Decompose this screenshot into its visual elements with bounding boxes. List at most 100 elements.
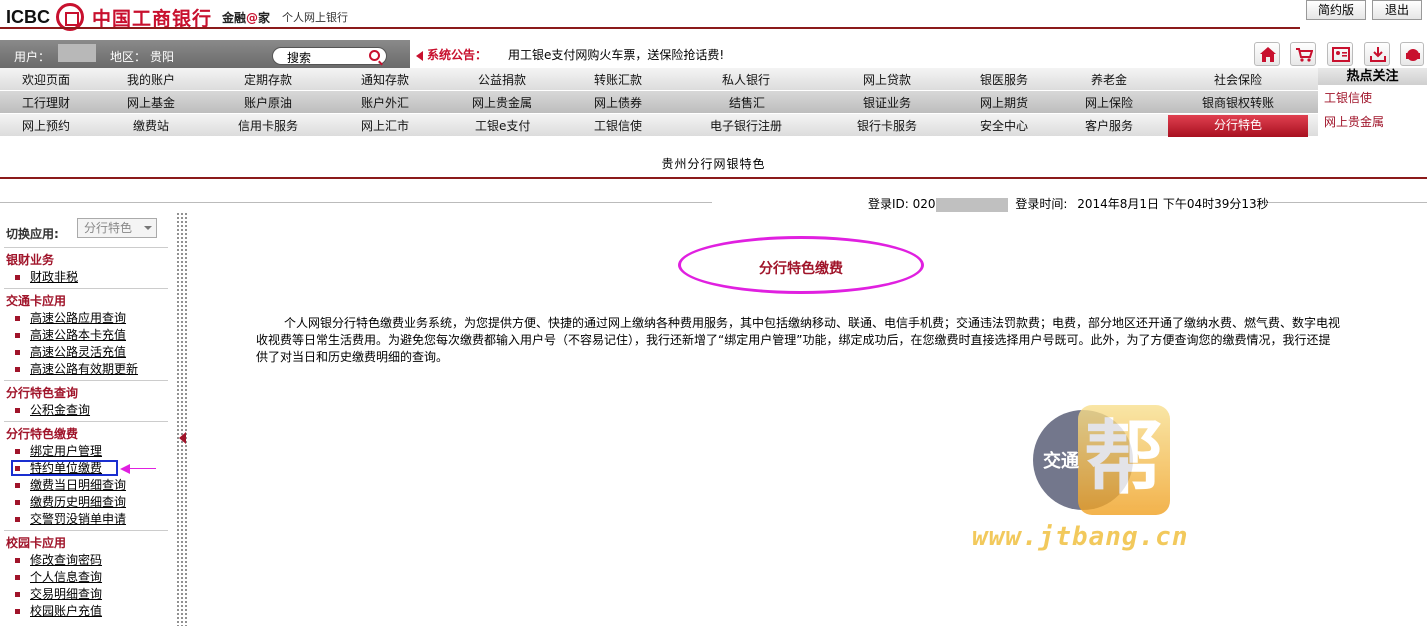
nav-item[interactable]: 银医服务	[980, 71, 1028, 88]
menu-group: 交通卡应用 高速公路应用查询 高速公路本卡充值 高速公路灵活充值 高速公路有效期…	[0, 293, 172, 378]
menu-item[interactable]: 交易明细查询	[0, 586, 172, 603]
menu-group-title: 分行特色缴费	[6, 427, 79, 441]
nav-item[interactable]: 客户服务	[1085, 117, 1133, 134]
nav-item[interactable]: 网上贵金属	[472, 94, 532, 111]
simple-version-button[interactable]: 简约版	[1306, 0, 1366, 20]
nav-item[interactable]: 欢迎页面	[22, 71, 70, 88]
login-time-label: 登录时间:	[1015, 197, 1068, 211]
nav-item[interactable]: 信用卡服务	[238, 117, 298, 134]
logout-button[interactable]: 退出	[1372, 0, 1422, 20]
menu-item[interactable]: 高速公路有效期更新	[0, 361, 172, 378]
menu-item[interactable]: 校园账户充值	[0, 603, 172, 620]
watermark-badge: 帮	[1078, 405, 1170, 515]
divider	[4, 288, 168, 289]
nav-item[interactable]: 网上贷款	[863, 71, 911, 88]
menu-item[interactable]: 高速公路本卡充值	[0, 327, 172, 344]
menu-item[interactable]: 缴费当日明细查询	[0, 477, 172, 494]
nav-item[interactable]: 工行理财	[22, 94, 70, 111]
nav-item[interactable]: 网上基金	[127, 94, 175, 111]
system-notice: 系统公告：	[416, 46, 487, 63]
home-icon[interactable]	[1254, 42, 1280, 66]
menu-item[interactable]: 交警罚没销单申请	[0, 511, 172, 528]
menu-item[interactable]: 财政非税	[0, 269, 172, 286]
menu-item[interactable]: 绑定用户管理	[0, 443, 172, 460]
area-label: 地区：	[110, 50, 147, 64]
cart-icon[interactable]	[1290, 42, 1316, 66]
nav-item[interactable]: 网上汇市	[361, 117, 409, 134]
nav-item[interactable]: 通知存款	[361, 71, 409, 88]
main-description: 个人网银分行特色缴费业务系统，为您提供方便、快捷的通过网上缴纳各种费用服务，其中…	[256, 316, 1341, 364]
nav-item[interactable]: 电子银行注册	[710, 117, 782, 134]
menu-item[interactable]: 个人信息查询	[0, 569, 172, 586]
hot-topic-item[interactable]: 网上贵金属	[1318, 111, 1427, 133]
menu-group: 校园卡应用 修改查询密码 个人信息查询 交易明细查询 校园账户充值	[0, 535, 172, 620]
nav-item-branch-features[interactable]: 分行特色	[1168, 115, 1308, 137]
menu-group-title: 交通卡应用	[6, 294, 67, 308]
nav-item[interactable]: 养老金	[1091, 71, 1127, 88]
nav-item[interactable]: 结售汇	[729, 94, 765, 111]
nav-item[interactable]: 银行卡服务	[857, 117, 917, 134]
nav-row-2: 工行理财 网上基金 账户原油 账户外汇 网上贵金属 网上债券 结售汇 银证业务 …	[0, 91, 1318, 113]
nav-item[interactable]: 公益捐款	[478, 71, 526, 88]
nav-item[interactable]: 我的账户	[127, 71, 175, 88]
sidebar: 切换应用: 分行特色 银财业务 财政非税 交通卡应用 高速公路应用查询 高速公路…	[0, 212, 172, 626]
menu-group-title: 校园卡应用	[6, 536, 67, 550]
menu-group: 分行特色查询 公积金查询	[0, 385, 172, 419]
nav-item[interactable]: 工银e支付	[475, 117, 530, 134]
hot-topics-title: 热点关注	[1318, 68, 1427, 85]
header-divider	[0, 27, 1300, 29]
divider	[4, 380, 168, 381]
nav-item[interactable]: 银证业务	[863, 94, 911, 111]
divider	[4, 247, 168, 248]
divider	[0, 202, 712, 203]
search-input[interactable]: 搜索	[272, 47, 387, 65]
login-time-value: 2014年8月1日 下午04时39分13秒	[1077, 197, 1269, 211]
logo-text: ICBC	[6, 6, 50, 27]
nav-item[interactable]: 网上保险	[1085, 94, 1133, 111]
area-value: 贵阳	[150, 50, 175, 64]
hot-topic-item[interactable]: 工银信使	[1318, 85, 1427, 111]
search-label: 搜索	[287, 51, 312, 65]
menu-item[interactable]: 公积金查询	[0, 402, 172, 419]
highlight-arrow-icon	[120, 464, 130, 474]
nav-item[interactable]: 工银信使	[594, 117, 642, 134]
nav-item[interactable]: 缴费站	[133, 117, 169, 134]
nav-item[interactable]: 网上债券	[594, 94, 642, 111]
nav-item[interactable]: 私人银行	[722, 71, 770, 88]
nav-item[interactable]: 社会保险	[1214, 71, 1262, 88]
download-icon[interactable]	[1364, 42, 1390, 66]
title-divider	[0, 177, 1427, 179]
collapse-sidebar-icon[interactable]	[179, 432, 186, 444]
menu-group-title: 分行特色查询	[6, 386, 79, 400]
nav-item[interactable]: 账户原油	[244, 94, 292, 111]
switch-app-label: 切换应用:	[6, 227, 59, 241]
watermark-text: 交通	[1043, 451, 1079, 472]
service-icon[interactable]	[1400, 42, 1424, 66]
nav-item[interactable]: 定期存款	[244, 71, 292, 88]
menu-item[interactable]: 高速公路应用查询	[0, 310, 172, 327]
user-label: 用户：	[14, 50, 51, 64]
divider	[1262, 202, 1427, 203]
search-icon[interactable]	[369, 50, 380, 61]
nav-item[interactable]: 网上预约	[22, 117, 70, 134]
nav-item[interactable]: 网上期货	[980, 94, 1028, 111]
main-heading: 分行特色缴费	[759, 261, 843, 277]
sidebar-splitter[interactable]	[176, 212, 188, 626]
menu-item[interactable]: 缴费历史明细查询	[0, 494, 172, 511]
menu-item[interactable]: 高速公路灵活充值	[0, 344, 172, 361]
nav-item[interactable]: 安全中心	[980, 117, 1028, 134]
menu-group: 银财业务 财政非税	[0, 252, 172, 286]
speaker-icon	[416, 50, 423, 61]
switch-app-select[interactable]: 分行特色	[77, 218, 157, 238]
notice-text[interactable]: 用工银e支付网购火车票，送保险抢话费!	[508, 46, 724, 63]
watermark-url: www.jtbang.cn	[972, 522, 1189, 552]
nav-item[interactable]: 转账汇款	[594, 71, 642, 88]
nav-item[interactable]: 账户外汇	[361, 94, 409, 111]
site-subtitle: 个人网上银行	[282, 11, 349, 24]
nav-row-1: 欢迎页面 我的账户 定期存款 通知存款 公益捐款 转账汇款 私人银行 网上贷款 …	[0, 68, 1318, 90]
hot-topics-panel: 热点关注 工银信使 网上贵金属	[1318, 68, 1427, 138]
menu-group: 分行特色缴费 绑定用户管理 特约单位缴费 缴费当日明细查询 缴费历史明细查询 交…	[0, 426, 172, 528]
menu-item[interactable]: 修改查询密码	[0, 552, 172, 569]
contacts-icon[interactable]	[1327, 42, 1353, 66]
nav-item[interactable]: 银商银权转账	[1202, 94, 1274, 111]
